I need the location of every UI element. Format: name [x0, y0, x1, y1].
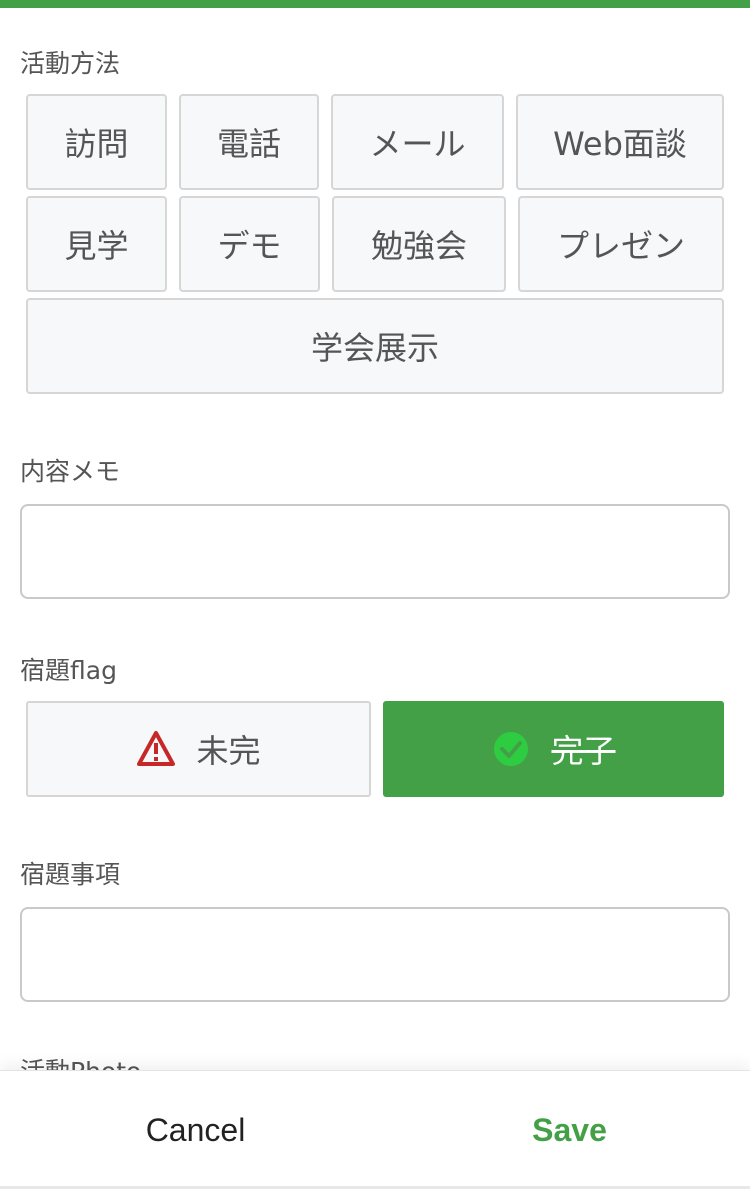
cancel-button[interactable]: Cancel: [8, 1071, 383, 1189]
method-option-demo[interactable]: デモ: [179, 196, 320, 292]
flag-complete-button[interactable]: 完了: [383, 701, 724, 797]
method-option-visit[interactable]: 訪問: [26, 94, 167, 190]
top-accent-bar: [0, 0, 750, 8]
bottom-action-bar: Cancel Save: [0, 1070, 750, 1189]
activity-method-label: 活動方法: [20, 49, 121, 78]
flag-incomplete-label: 未完: [196, 732, 261, 770]
flag-complete-label: 完了: [551, 732, 616, 770]
activity-form-page: 活動方法 訪問 電話 メール Web面談 見学 デモ 勉強会 プレゼン 学会展示…: [0, 0, 750, 1189]
warning-triangle-icon: [136, 729, 176, 769]
method-option-study-session[interactable]: 勉強会: [332, 196, 506, 292]
homework-flag-label: 宿題flag: [20, 656, 117, 685]
method-option-phone[interactable]: 電話: [179, 94, 319, 190]
check-circle-icon: [491, 729, 531, 769]
homework-items-input[interactable]: [20, 907, 730, 1002]
flag-incomplete-button[interactable]: 未完: [26, 701, 371, 797]
method-option-mail[interactable]: メール: [331, 94, 504, 190]
method-option-presentation[interactable]: プレゼン: [518, 196, 724, 292]
homework-items-label: 宿題事項: [20, 860, 121, 889]
memo-input[interactable]: [20, 504, 730, 599]
memo-label: 内容メモ: [20, 457, 121, 486]
method-option-web-meeting[interactable]: Web面談: [516, 94, 724, 190]
method-option-conference-exhibit[interactable]: 学会展示: [26, 298, 724, 394]
method-option-tour[interactable]: 見学: [26, 196, 167, 292]
save-button[interactable]: Save: [382, 1071, 750, 1189]
